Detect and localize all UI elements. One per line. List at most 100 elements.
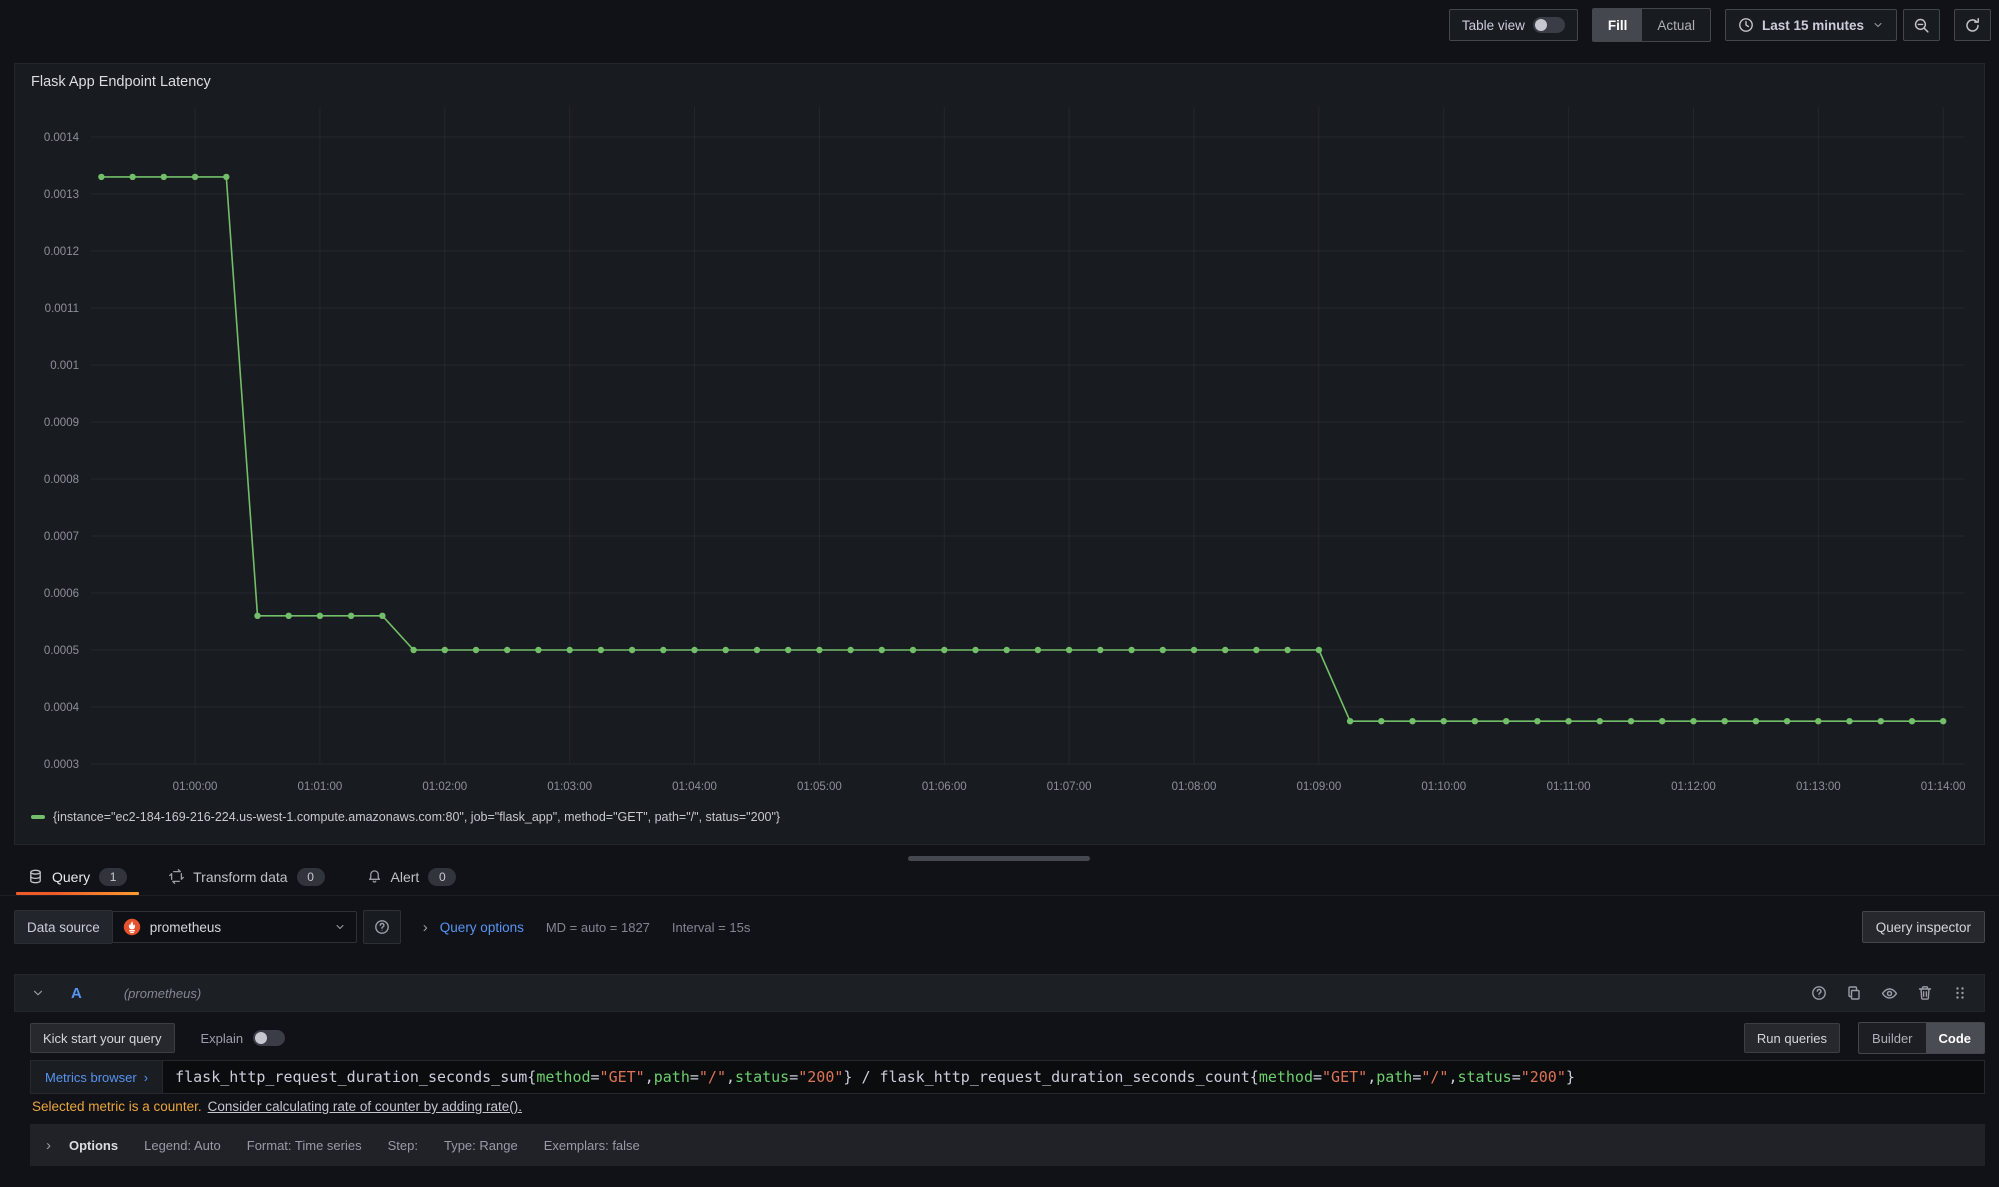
actual-button[interactable]: Actual: [1642, 9, 1710, 41]
data-point: [816, 647, 822, 653]
tab-alert[interactable]: Alert 0: [361, 858, 463, 895]
kick-start-query-button[interactable]: Kick start your query: [30, 1023, 175, 1053]
query-token: status: [735, 1068, 789, 1086]
grafana-panel-editor: Table view Fill Actual Last 15 minutes 0…: [0, 0, 1999, 1187]
query-token: } / flask_http_request_duration_seconds_…: [843, 1068, 1258, 1086]
zoom-out-button[interactable]: [1903, 9, 1940, 41]
data-point: [567, 647, 573, 653]
query-token: =: [789, 1068, 798, 1086]
tab-query[interactable]: Query 1: [22, 858, 133, 895]
fill-button[interactable]: Fill: [1593, 9, 1643, 41]
x-tick-label: 01:00:00: [173, 781, 218, 793]
x-tick-label: 01:02:00: [422, 781, 467, 793]
builder-code-segmented: Builder Code: [1858, 1022, 1985, 1054]
x-tick-label: 01:11:00: [1547, 781, 1591, 793]
y-tick-label: 0.0009: [44, 417, 79, 429]
data-point: [1565, 718, 1571, 724]
data-point: [629, 647, 635, 653]
data-point: [754, 647, 760, 653]
run-queries-button[interactable]: Run queries: [1744, 1023, 1840, 1053]
data-point: [1503, 718, 1509, 724]
option-type: Type: Range: [444, 1138, 518, 1153]
data-point: [504, 647, 510, 653]
query-options-label: Query options: [440, 920, 524, 935]
query-token: "200": [1521, 1068, 1566, 1086]
angle-right-icon: ›: [144, 1070, 148, 1085]
eye-icon[interactable]: [1881, 985, 1898, 1002]
data-point: [1597, 718, 1603, 724]
y-tick-label: 0.0007: [44, 531, 79, 543]
query-options-collapse[interactable]: › Query options MD = auto = 1827 Interva…: [423, 919, 751, 936]
editor-tabs: Query 1 Transform data 0 Alert 0: [0, 858, 1999, 896]
tab-query-label: Query: [52, 869, 90, 885]
tab-transform-data[interactable]: Transform data 0: [163, 858, 330, 895]
data-point: [192, 174, 198, 180]
query-token: ,: [1448, 1068, 1457, 1086]
help-circle-icon[interactable]: [1811, 985, 1827, 1001]
y-tick-label: 0.0008: [44, 474, 79, 486]
time-range-picker[interactable]: Last 15 minutes: [1725, 9, 1897, 41]
query-options-summary[interactable]: › Options Legend: Auto Format: Time seri…: [30, 1124, 1985, 1166]
data-point: [1753, 718, 1759, 724]
angle-right-icon: ›: [46, 1137, 51, 1154]
datasource-label: Data source: [14, 910, 112, 944]
query-editor-toolbar: Kick start your query Explain Run querie…: [30, 1022, 1985, 1054]
explain-label: Explain: [201, 1031, 244, 1046]
query-token: "200": [798, 1068, 843, 1086]
query-token: ,: [645, 1068, 654, 1086]
data-point: [535, 647, 541, 653]
query-token: =: [591, 1068, 600, 1086]
query-inspector-button[interactable]: Query inspector: [1862, 911, 1985, 943]
data-point: [254, 613, 260, 619]
data-point: [1347, 718, 1353, 724]
promql-query-input[interactable]: flask_http_request_duration_seconds_sum{…: [162, 1060, 1985, 1094]
data-point: [1035, 647, 1041, 653]
refresh-button[interactable]: [1954, 9, 1991, 41]
explain-toggle[interactable]: [253, 1030, 285, 1046]
data-point: [1128, 647, 1134, 653]
code-button[interactable]: Code: [1926, 1023, 1985, 1053]
series-line: [101, 177, 1943, 721]
duplicate-icon[interactable]: [1846, 985, 1862, 1001]
tab-alert-label: Alert: [391, 869, 420, 885]
data-point: [1004, 647, 1010, 653]
clock-icon: [1738, 17, 1754, 33]
chevron-down-icon: [334, 921, 346, 933]
database-icon: [28, 869, 43, 884]
table-view-toggle[interactable]: [1533, 17, 1565, 33]
datasource-help-button[interactable]: [363, 910, 401, 944]
query-token: ,: [1367, 1068, 1376, 1086]
data-point: [161, 174, 167, 180]
data-point: [98, 174, 104, 180]
query-token: "GET": [1322, 1068, 1367, 1086]
warning-rate-link[interactable]: Consider calculating rate of counter by …: [208, 1099, 522, 1114]
query-token: ,: [726, 1068, 735, 1086]
y-tick-label: 0.0005: [44, 645, 79, 657]
query-row-header[interactable]: A (prometheus): [14, 974, 1985, 1012]
collapse-chevron-icon[interactable]: [31, 986, 45, 1000]
metrics-browser-button[interactable]: Metrics browser ›: [30, 1060, 162, 1094]
data-point: [1534, 718, 1540, 724]
data-point: [379, 613, 385, 619]
data-point: [1316, 647, 1322, 653]
tab-alert-badge: 0: [428, 868, 456, 886]
y-tick-label: 0.0006: [44, 588, 79, 600]
query-token: "/": [699, 1068, 726, 1086]
metrics-browser-label: Metrics browser: [45, 1070, 137, 1085]
query-token: =: [1412, 1068, 1421, 1086]
datasource-select[interactable]: prometheus: [112, 911, 357, 943]
x-tick-label: 01:07:00: [1047, 781, 1092, 793]
option-step: Step:: [388, 1138, 418, 1153]
x-tick-label: 01:03:00: [547, 781, 592, 793]
prometheus-icon: [123, 918, 141, 936]
data-point: [1160, 647, 1166, 653]
trash-icon[interactable]: [1917, 985, 1933, 1001]
data-point: [1846, 718, 1852, 724]
chart-legend[interactable]: {instance="ec2-184-169-216-224.us-west-1…: [31, 810, 780, 824]
data-point: [1441, 718, 1447, 724]
drag-grip-icon[interactable]: [1952, 985, 1968, 1001]
builder-button[interactable]: Builder: [1859, 1023, 1925, 1053]
data-point: [1690, 718, 1696, 724]
data-point: [1066, 647, 1072, 653]
data-point: [1191, 647, 1197, 653]
